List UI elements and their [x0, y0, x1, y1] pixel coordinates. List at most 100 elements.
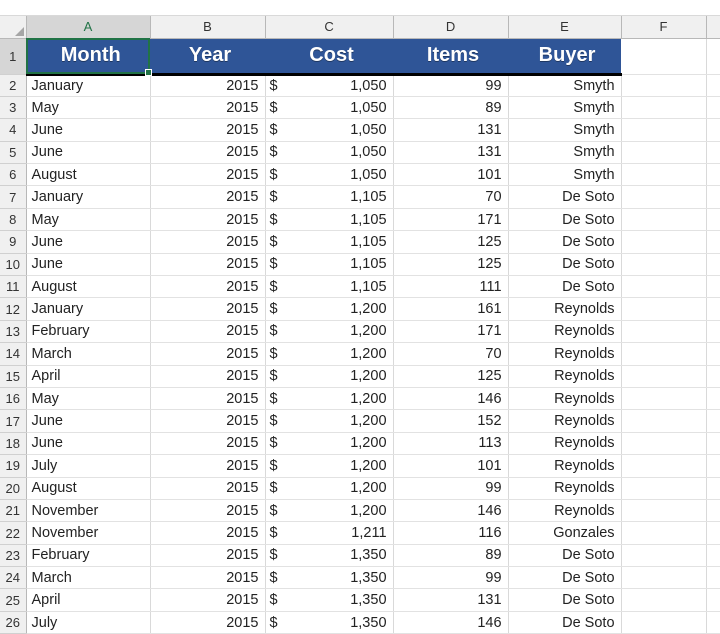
cell-month[interactable]: January	[26, 297, 151, 321]
cell-buyer[interactable]: Smyth	[508, 118, 622, 142]
cell-g-partial[interactable]	[706, 96, 720, 120]
cell-buyer[interactable]: De Soto	[508, 275, 622, 299]
row-header-17[interactable]: 17	[0, 409, 27, 433]
cell-month[interactable]: July	[26, 454, 151, 478]
row-header-11[interactable]: 11	[0, 275, 27, 299]
row-header-1[interactable]: 1	[0, 38, 27, 75]
column-header-d[interactable]: D	[393, 16, 509, 39]
cell-f[interactable]	[621, 185, 707, 209]
cell-items[interactable]: 89	[393, 96, 509, 120]
cell-month[interactable]: May	[26, 208, 151, 232]
cell-items[interactable]: 131	[393, 118, 509, 142]
cell-items[interactable]: 101	[393, 163, 509, 187]
cell-items[interactable]: 116	[393, 521, 509, 545]
cell-g-partial[interactable]	[706, 185, 720, 209]
column-header-g-partial[interactable]	[706, 16, 720, 39]
row-header-18[interactable]: 18	[0, 432, 27, 456]
cell-g-partial[interactable]	[706, 275, 720, 299]
cell-buyer[interactable]: De Soto	[508, 588, 622, 612]
cell-month[interactable]: March	[26, 342, 151, 366]
cell-month[interactable]: May	[26, 387, 151, 411]
cell-g-partial[interactable]	[706, 118, 720, 142]
cell-year[interactable]: 2015	[150, 432, 266, 456]
cell-cost-currency-symbol[interactable]: $	[265, 118, 291, 142]
cell-items[interactable]: 99	[393, 566, 509, 590]
cell-year[interactable]: 2015	[150, 118, 266, 142]
row-header-24[interactable]: 24	[0, 566, 27, 590]
cell-f[interactable]	[621, 365, 707, 388]
cell-g-partial[interactable]	[706, 544, 720, 568]
cell-cost-currency-symbol[interactable]: $	[265, 342, 291, 366]
cell-year[interactable]: 2015	[150, 477, 266, 500]
cell-items[interactable]: 99	[393, 74, 509, 97]
cell-year[interactable]: 2015	[150, 342, 266, 366]
row-header-7[interactable]: 7	[0, 185, 27, 209]
cell-g-partial[interactable]	[706, 320, 720, 344]
cell-month[interactable]: April	[26, 588, 151, 612]
row-header-8[interactable]: 8	[0, 208, 27, 232]
cell-year[interactable]: 2015	[150, 588, 266, 612]
cell-cost-currency-symbol[interactable]: $	[265, 208, 291, 232]
cell-buyer[interactable]: De Soto	[508, 611, 622, 634]
cell-month[interactable]: June	[26, 432, 151, 456]
cell-month[interactable]: February	[26, 320, 151, 344]
cell-cost[interactable]: 1,050	[291, 163, 394, 187]
cell-buyer[interactable]: Smyth	[508, 96, 622, 120]
header-cell-cost[interactable]: Cost	[265, 38, 394, 76]
cell-cost-currency-symbol[interactable]: $	[265, 365, 291, 388]
cell-buyer[interactable]: Reynolds	[508, 454, 622, 478]
cell-cost[interactable]: 1,050	[291, 118, 394, 142]
cell-g-partial[interactable]	[706, 208, 720, 232]
cell-items[interactable]: 101	[393, 454, 509, 478]
cell-items[interactable]: 125	[393, 365, 509, 388]
row-header-10[interactable]: 10	[0, 253, 27, 277]
cell-g-partial[interactable]	[706, 521, 720, 545]
cell-cost-currency-symbol[interactable]: $	[265, 141, 291, 165]
cell-buyer[interactable]: De Soto	[508, 544, 622, 568]
cell-year[interactable]: 2015	[150, 521, 266, 545]
cell-g-partial[interactable]	[706, 477, 720, 500]
cell-cost[interactable]: 1,105	[291, 275, 394, 299]
cell-month[interactable]: August	[26, 477, 151, 500]
cell-items[interactable]: 146	[393, 611, 509, 634]
cell-cost-currency-symbol[interactable]: $	[265, 499, 291, 523]
cell-cost[interactable]: 1,200	[291, 342, 394, 366]
cell-f[interactable]	[621, 320, 707, 344]
column-header-b[interactable]: B	[150, 16, 266, 39]
cell-cost-currency-symbol[interactable]: $	[265, 387, 291, 411]
cell-g-partial[interactable]	[706, 387, 720, 411]
row-header-20[interactable]: 20	[0, 477, 27, 500]
cell-month[interactable]: August	[26, 163, 151, 187]
cell-f[interactable]	[621, 253, 707, 277]
cell-f[interactable]	[621, 387, 707, 411]
cell-cost-currency-symbol[interactable]: $	[265, 566, 291, 590]
row-header-21[interactable]: 21	[0, 499, 27, 523]
cell-cost-currency-symbol[interactable]: $	[265, 96, 291, 120]
cell-cost-currency-symbol[interactable]: $	[265, 74, 291, 97]
cell-cost-currency-symbol[interactable]: $	[265, 521, 291, 545]
cell-f1[interactable]	[621, 38, 707, 75]
cell-year[interactable]: 2015	[150, 320, 266, 344]
cell-g-partial[interactable]	[706, 454, 720, 478]
cell-items[interactable]: 146	[393, 387, 509, 411]
row-header-14[interactable]: 14	[0, 342, 27, 366]
cell-cost-currency-symbol[interactable]: $	[265, 477, 291, 500]
row-header-13[interactable]: 13	[0, 320, 27, 344]
cell-buyer[interactable]: Smyth	[508, 163, 622, 187]
cell-f[interactable]	[621, 163, 707, 187]
row-header-25[interactable]: 25	[0, 588, 27, 612]
cell-buyer[interactable]: De Soto	[508, 230, 622, 254]
cell-cost[interactable]: 1,105	[291, 208, 394, 232]
cell-f[interactable]	[621, 454, 707, 478]
cell-year[interactable]: 2015	[150, 499, 266, 523]
cell-month[interactable]: June	[26, 141, 151, 165]
select-all-button[interactable]	[0, 16, 27, 39]
cell-cost[interactable]: 1,200	[291, 387, 394, 411]
cell-g-partial[interactable]	[706, 588, 720, 612]
cell-cost-currency-symbol[interactable]: $	[265, 454, 291, 478]
cell-g-partial[interactable]	[706, 611, 720, 634]
cell-buyer[interactable]: Smyth	[508, 74, 622, 97]
cell-buyer[interactable]: Smyth	[508, 141, 622, 165]
cell-f[interactable]	[621, 118, 707, 142]
cell-buyer[interactable]: Reynolds	[508, 477, 622, 500]
